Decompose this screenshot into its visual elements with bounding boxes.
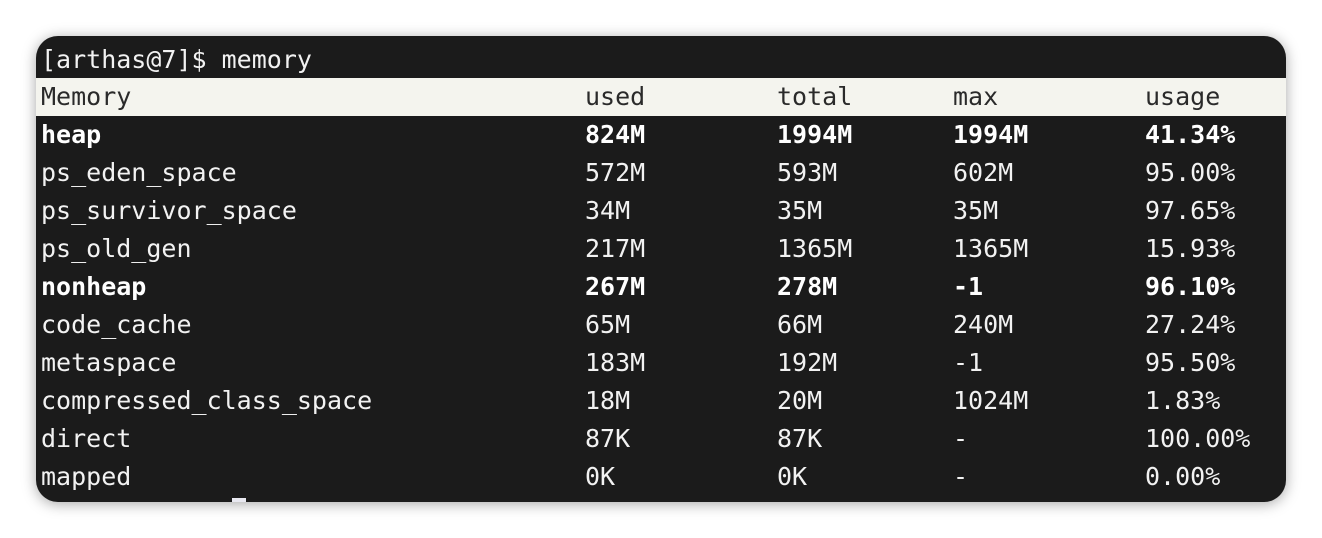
table-cell-memory: heap (41, 120, 102, 149)
table-cell-usage: 95.00% (1145, 158, 1236, 187)
column-header-total: total (777, 82, 853, 111)
table-cell-usage: 100.00% (1145, 424, 1251, 453)
table-cell-used: 217M (585, 234, 646, 263)
table-cell-used: 267M (585, 272, 646, 301)
terminal-cursor (232, 498, 246, 502)
column-header-memory: Memory (41, 82, 132, 111)
table-cell-memory: ps_survivor_space (41, 196, 297, 225)
table-cell-used: 824M (585, 120, 646, 149)
table-row: compressed_class_space 18M 20M 1024M 1.83% (36, 382, 1286, 420)
table-cell-memory: metaspace (41, 348, 177, 377)
terminal-window[interactable]: [arthas@7]$ memory Memory used total max… (36, 36, 1286, 502)
prompt-text: [arthas@7]$ memory (41, 45, 312, 74)
table-cell-used: 183M (585, 348, 646, 377)
table-cell-memory: ps_eden_space (41, 158, 237, 187)
table-cell-usage: 0.00% (1145, 462, 1221, 491)
table-cell-usage: 1.83% (1145, 386, 1221, 415)
column-header-usage: usage (1145, 82, 1221, 111)
table-cell-max: 1365M (953, 234, 1029, 263)
table-cell-max: 1024M (953, 386, 1029, 415)
table-cell-memory: mapped (41, 462, 132, 491)
table-cell-memory: direct (41, 424, 132, 453)
table-cell-usage: 96.10% (1145, 272, 1236, 301)
table-row: code_cache 65M 66M 240M 27.24% (36, 306, 1286, 344)
table-header: Memory used total max usage (36, 78, 1286, 116)
table-cell-max: 35M (953, 196, 999, 225)
column-header-used: used (585, 82, 646, 111)
table-row: ps_eden_space 572M 593M 602M 95.00% (36, 154, 1286, 192)
table-cell-total: 87K (777, 424, 823, 453)
table-cell-total: 35M (777, 196, 823, 225)
table-cell-max: - (953, 424, 969, 453)
table-cell-max: 602M (953, 158, 1014, 187)
table-cell-total: 0K (777, 462, 808, 491)
table-cell-max: -1 (953, 348, 984, 377)
table-row: mapped 0K 0K - 0.00% (36, 458, 1286, 496)
table-cell-used: 34M (585, 196, 631, 225)
command-prompt: [arthas@7]$ memory (36, 41, 1286, 79)
table-cell-total: 593M (777, 158, 838, 187)
table-cell-total: 20M (777, 386, 823, 415)
table-cell-used: 87K (585, 424, 631, 453)
table-cell-total: 1994M (777, 120, 853, 149)
table-row: heap 824M 1994M 1994M 41.34% (36, 116, 1286, 154)
table-cell-memory: nonheap (41, 272, 147, 301)
table-row: ps_survivor_space 34M 35M 35M 97.65% (36, 192, 1286, 230)
table-cell-usage: 27.24% (1145, 310, 1236, 339)
table-cell-max: - (953, 462, 969, 491)
table-cell-max: 240M (953, 310, 1014, 339)
table-cell-memory: code_cache (41, 310, 192, 339)
table-cell-total: 1365M (777, 234, 853, 263)
table-cell-total: 66M (777, 310, 823, 339)
table-cell-max: 1994M (953, 120, 1029, 149)
column-header-max: max (953, 82, 999, 111)
table-cell-used: 65M (585, 310, 631, 339)
table-cell-used: 572M (585, 158, 646, 187)
table-cell-usage: 97.65% (1145, 196, 1236, 225)
table-cell-used: 18M (585, 386, 631, 415)
table-cell-usage: 41.34% (1145, 120, 1236, 149)
table-cell-used: 0K (585, 462, 616, 491)
table-cell-usage: 15.93% (1145, 234, 1236, 263)
table-row: metaspace 183M 192M -1 95.50% (36, 344, 1286, 382)
table-cell-total: 278M (777, 272, 838, 301)
table-cell-max: -1 (953, 272, 984, 301)
table-row: direct 87K 87K - 100.00% (36, 420, 1286, 458)
table-cell-total: 192M (777, 348, 838, 377)
table-cell-memory: compressed_class_space (41, 386, 373, 415)
table-row: ps_old_gen 217M 1365M 1365M 15.93% (36, 230, 1286, 268)
table-cell-memory: ps_old_gen (41, 234, 192, 263)
table-row: nonheap 267M 278M -1 96.10% (36, 268, 1286, 306)
table-cell-usage: 95.50% (1145, 348, 1236, 377)
